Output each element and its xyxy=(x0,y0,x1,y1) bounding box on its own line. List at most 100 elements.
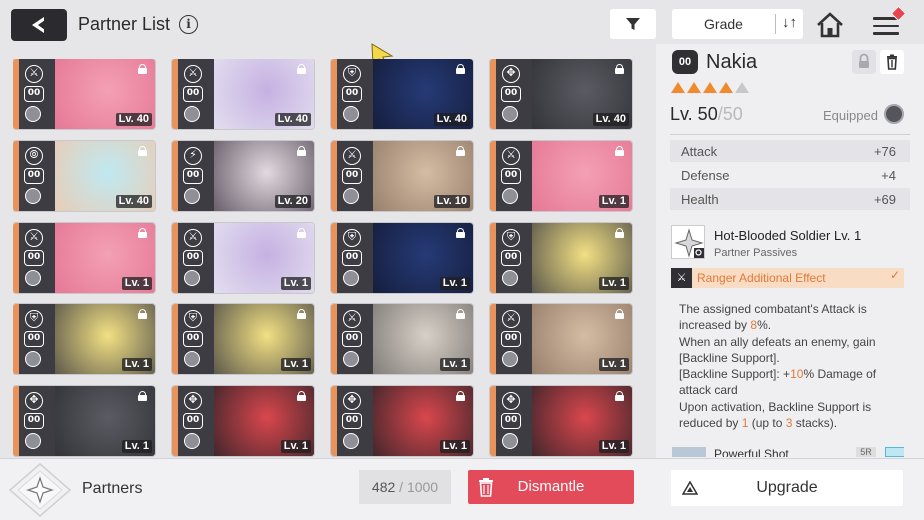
equipped-chip-icon xyxy=(343,187,359,204)
rank-badge: 00 xyxy=(24,249,44,266)
partner-card[interactable]: ⛨ 00 Lv. 1 xyxy=(13,304,155,375)
grade-sort-dropdown[interactable]: Grade ↓↑ xyxy=(672,9,803,39)
card-level: Lv. 1 xyxy=(439,440,470,454)
card-level: Lv. 40 xyxy=(115,113,152,126)
partner-card[interactable]: ⚡ 00 Lv. 20 xyxy=(172,140,314,211)
ranger-effect-label: Ranger Additional Effect xyxy=(697,271,826,285)
partner-card[interactable]: ⚔ 00 Lv. 1 xyxy=(172,222,314,293)
partner-card[interactable]: ⛨ 00 Lv. 40 xyxy=(331,59,473,129)
partner-card[interactable]: ⚔ 00 Lv. 1 xyxy=(13,222,155,293)
lock-icon xyxy=(859,53,869,68)
class-icon: ⚔ xyxy=(502,146,520,165)
partner-card[interactable]: ⚔ 00 Lv. 10 xyxy=(331,140,473,211)
partner-card[interactable]: ✥ 00 Lv. 1 xyxy=(490,386,632,457)
lock-icon xyxy=(615,391,624,402)
rank-badge: 00 xyxy=(501,331,521,348)
partner-level: Lv. 50/50 xyxy=(670,104,743,124)
home-icon[interactable] xyxy=(815,10,845,40)
equipped-chip-icon xyxy=(25,106,41,122)
rank-badge: 00 xyxy=(183,167,203,184)
star-icon xyxy=(671,82,685,93)
dismantle-button[interactable]: Dismantle xyxy=(468,470,634,504)
class-icon: ⚔ xyxy=(184,65,202,83)
card-level: Lv. 10 xyxy=(433,194,470,208)
rank-badge: 00 xyxy=(24,167,44,184)
partners-emblem-icon xyxy=(8,463,72,517)
sort-order-icon[interactable]: ↓↑ xyxy=(782,14,797,31)
grade-label: Grade xyxy=(704,16,743,32)
partner-card[interactable]: ⛨ 00 Lv. 1 xyxy=(172,304,314,375)
equipped-chip-icon xyxy=(502,106,518,122)
card-level: Lv. 1 xyxy=(280,276,311,290)
card-level: Lv. 1 xyxy=(439,276,470,290)
partner-card[interactable]: ✥ 00 Lv. 1 xyxy=(331,386,473,457)
lock-icon xyxy=(297,227,306,238)
class-icon: ⚡ xyxy=(184,146,202,165)
class-icon: ⚔ xyxy=(343,146,361,165)
star-icon xyxy=(687,82,701,93)
back-button[interactable] xyxy=(11,9,67,41)
lock-icon xyxy=(456,145,465,156)
partner-card[interactable]: ⛨ 00 Lv. 1 xyxy=(490,222,632,293)
passive-skill-subtitle: Partner Passives xyxy=(714,247,798,259)
partner-card[interactable]: ⚔ 00 Lv. 1 xyxy=(490,304,632,375)
equipped-chip-icon xyxy=(25,187,41,204)
partner-card[interactable]: ✥ 00 Lv. 1 xyxy=(172,386,314,457)
equipped-chip-icon xyxy=(502,269,518,286)
check-icon: ✓ xyxy=(890,268,901,282)
partner-card[interactable]: ⚔ 00 Lv. 40 xyxy=(13,59,155,129)
lock-icon xyxy=(138,227,147,238)
rank-badge: 00 xyxy=(501,167,521,184)
equipped-character-avatar[interactable] xyxy=(884,104,904,124)
partner-card[interactable]: ✥ 00 Lv. 40 xyxy=(490,59,632,129)
discard-button[interactable] xyxy=(880,50,904,74)
card-level: Lv. 40 xyxy=(274,113,311,126)
rank-badge: 00 xyxy=(501,249,521,266)
lock-icon xyxy=(615,227,624,238)
equipped-chip-icon xyxy=(502,187,518,204)
filter-button[interactable] xyxy=(610,9,656,39)
partner-card[interactable]: ⚔ 00 Lv. 1 xyxy=(331,304,473,375)
class-icon: ⛨ xyxy=(343,228,361,247)
lock-icon xyxy=(138,145,147,156)
partner-card[interactable]: ⚔ 00 Lv. 40 xyxy=(172,59,314,129)
rank-badge: 00 xyxy=(342,167,362,184)
lock-toggle-button[interactable] xyxy=(852,50,876,74)
rank-badge: 00 xyxy=(24,86,44,102)
lock-icon xyxy=(138,309,147,320)
partner-card[interactable]: ⛨ 00 Lv. 1 xyxy=(331,222,473,293)
class-icon: ⚔ xyxy=(25,65,43,83)
card-level: Lv. 1 xyxy=(598,358,629,372)
lock-icon xyxy=(456,64,465,74)
class-icon: ⦾ xyxy=(25,146,43,165)
partner-card[interactable]: ⚔ 00 Lv. 1 xyxy=(490,140,632,211)
lock-icon xyxy=(297,391,306,402)
equipped-chip-icon xyxy=(184,106,200,122)
rank-badge: 00 xyxy=(24,331,44,348)
rank-badge: 00 xyxy=(342,331,362,348)
class-icon: ⛨ xyxy=(502,228,520,247)
upgrade-button[interactable]: Upgrade xyxy=(671,470,903,506)
card-level: Lv. 1 xyxy=(598,440,629,454)
partner-count: 482 / 1000 xyxy=(359,470,451,504)
equipped-chip-icon xyxy=(184,187,200,204)
next-skill-row[interactable]: Powerful Shot 5R xyxy=(672,447,904,457)
passive-skill-icon[interactable] xyxy=(671,225,705,259)
partner-card[interactable]: ⦾ 00 Lv. 40 xyxy=(13,140,155,211)
filter-icon xyxy=(626,18,640,30)
card-level: Lv. 40 xyxy=(115,194,152,208)
passive-description: The assigned combatant's Attack is incre… xyxy=(679,302,877,431)
rank-badge: 00 xyxy=(24,413,44,430)
partner-card[interactable]: ✥ 00 Lv. 1 xyxy=(13,386,155,457)
trash-icon xyxy=(479,478,493,497)
card-level: Lv. 40 xyxy=(433,113,470,126)
card-level: Lv. 1 xyxy=(280,440,311,454)
class-icon: ✥ xyxy=(502,65,520,83)
card-level: Lv. 1 xyxy=(121,276,152,290)
rank-badge: 00 xyxy=(342,249,362,266)
card-level: Lv. 1 xyxy=(439,358,470,372)
info-icon[interactable]: i xyxy=(179,15,198,34)
lock-icon xyxy=(615,64,624,74)
card-level: Lv. 1 xyxy=(121,440,152,454)
lock-icon xyxy=(456,391,465,402)
